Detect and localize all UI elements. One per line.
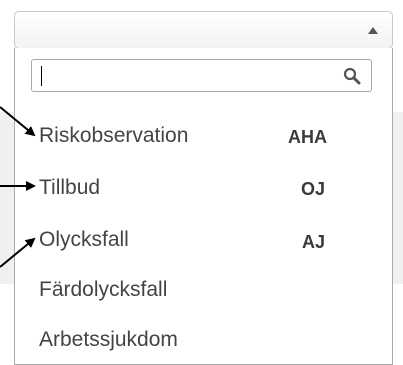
option-fardolycksfall[interactable]: Färdolycksfall [39, 278, 167, 302]
option-code: AHA [288, 127, 327, 147]
option-label: Färdolycksfall [39, 278, 168, 301]
option-label: Olycksfall [39, 228, 129, 251]
triangle-up-icon[interactable] [368, 27, 378, 34]
dropdown-panel: Riskobservation AHA Tillbud OJ Olycksfal… [14, 48, 393, 365]
option-arbetssjukdom[interactable]: Arbetssjukdom [39, 328, 178, 352]
option-code: OJ [301, 179, 326, 199]
option-code: AJ [302, 232, 326, 252]
option-label: Tillbud [39, 176, 101, 199]
text-caret [41, 66, 42, 86]
option-riskobservation[interactable]: Riskobservation [39, 124, 188, 148]
option-label: Arbetssjukdom [39, 328, 178, 351]
option-olycksfall[interactable]: Olycksfall [39, 228, 129, 252]
search-box[interactable] [31, 59, 372, 92]
search-input[interactable] [32, 60, 348, 91]
category-select[interactable] [14, 11, 393, 49]
option-label: Riskobservation [39, 124, 189, 147]
search-icon [343, 67, 361, 85]
stage: Riskobservation AHA Tillbud OJ Olycksfal… [0, 0, 403, 365]
option-tillbud[interactable]: Tillbud [39, 176, 100, 200]
